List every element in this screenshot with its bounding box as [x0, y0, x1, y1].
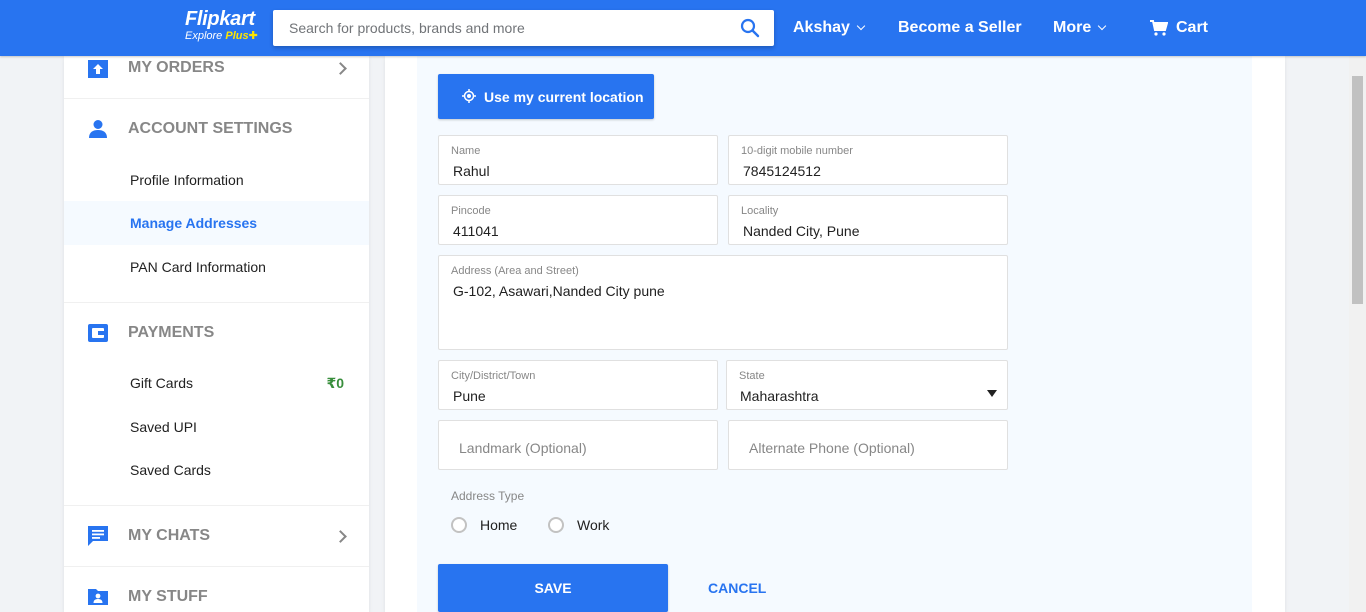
landmark-placeholder: Landmark (Optional) [459, 440, 587, 456]
pincode-field[interactable]: Pincode 411041 [438, 195, 718, 245]
city-label: City/District/Town [451, 370, 536, 382]
sidebar-item-manage-addresses[interactable]: Manage Addresses [64, 201, 369, 245]
logo-tagline: Explore Plus✚ [185, 30, 258, 42]
address-panel: Use my current location Name Rahul 10-di… [385, 56, 1285, 612]
sidebar-item-label: Manage Addresses [130, 215, 258, 231]
alternate-phone-placeholder: Alternate Phone (Optional) [749, 440, 915, 456]
user-icon [89, 120, 107, 138]
city-field[interactable]: City/District/Town Pune [438, 360, 718, 410]
mobile-number-label: 10-digit mobile number [741, 145, 853, 157]
alternate-phone-field[interactable]: Alternate Phone (Optional) [728, 420, 1008, 470]
sidebar-item-saved-cards[interactable]: Saved Cards [64, 448, 369, 492]
page-scrollbar[interactable] [1349, 56, 1366, 612]
cart-label: Cart [1176, 19, 1209, 36]
address-type-work-radio[interactable]: Work [548, 517, 609, 533]
become-seller-link[interactable]: Become a Seller [898, 0, 1022, 56]
cancel-button[interactable]: CANCEL [708, 580, 766, 596]
radio-circle-icon [451, 517, 467, 533]
scrollbar-thumb[interactable] [1352, 76, 1363, 304]
wallet-icon [88, 324, 108, 342]
top-header: Flipkart Explore Plus✚ Akshay Become a S… [0, 0, 1366, 56]
chevron-down-icon [1097, 21, 1107, 31]
folder-user-icon [88, 589, 108, 605]
become-seller-label: Become a Seller [898, 19, 1022, 36]
my-chats-link[interactable]: MY CHATS [64, 511, 369, 561]
chevron-right-icon [334, 529, 347, 543]
logo-brand: Flipkart [185, 8, 255, 30]
search-icon[interactable] [740, 18, 760, 38]
account-settings-title: ACCOUNT SETTINGS [128, 120, 293, 137]
chevron-right-icon [334, 61, 347, 75]
locality-field[interactable]: Locality Nanded City, Pune [728, 195, 1008, 245]
divider [64, 566, 369, 567]
state-select[interactable]: State Maharashtra [726, 360, 1008, 410]
sidebar-item-label: PAN Card Information [130, 259, 266, 275]
my-chats-title: MY CHATS [128, 527, 211, 544]
radio-circle-icon [548, 517, 564, 533]
locality-label: Locality [741, 205, 779, 217]
address-type-home-radio[interactable]: Home [451, 517, 517, 533]
account-sidebar: MY ORDERS ACCOUNT SETTINGS Profile Infor… [64, 56, 369, 612]
my-orders-title: MY ORDERS [128, 59, 225, 76]
search-bar [273, 10, 774, 46]
flipkart-logo[interactable]: Flipkart Explore Plus✚ [185, 9, 258, 42]
locality-value: Nanded City, Pune [743, 223, 860, 239]
sidebar-item-saved-upi[interactable]: Saved UPI [64, 405, 369, 449]
payments-title: PAYMENTS [128, 324, 215, 341]
search-input[interactable] [273, 10, 713, 46]
sidebar-item-profile-information[interactable]: Profile Information [64, 158, 369, 202]
user-menu[interactable]: Akshay [793, 0, 866, 56]
name-field[interactable]: Name Rahul [438, 135, 718, 185]
chevron-down-icon [856, 21, 866, 31]
use-current-location-button[interactable]: Use my current location [438, 74, 654, 119]
account-settings-header: ACCOUNT SETTINGS [64, 104, 369, 154]
sidebar-item-label: Profile Information [130, 172, 244, 188]
address-label: Address (Area and Street) [451, 265, 579, 277]
city-value: Pune [453, 388, 486, 404]
name-value: Rahul [453, 163, 490, 179]
cart-icon [1150, 20, 1168, 36]
save-button[interactable]: SAVE [438, 564, 668, 612]
logo-tag-prefix: Explore [185, 30, 226, 42]
pincode-label: Pincode [451, 205, 491, 217]
landmark-field[interactable]: Landmark (Optional) [438, 420, 718, 470]
sidebar-item-label: Gift Cards [130, 375, 194, 391]
chat-icon [88, 526, 108, 546]
location-target-icon [462, 89, 476, 103]
divider [64, 302, 369, 303]
address-type-work-label: Work [577, 517, 610, 533]
divider [64, 505, 369, 506]
sidebar-item-label: Saved UPI [130, 419, 197, 435]
orders-icon [88, 60, 108, 78]
my-stuff-header[interactable]: MY STUFF [64, 572, 369, 612]
sidebar-item-label: Saved Cards [130, 462, 211, 478]
gift-card-balance: ₹0 [326, 374, 344, 391]
more-label: More [1053, 19, 1092, 36]
address-type-label: Address Type [451, 489, 525, 503]
mobile-number-field[interactable]: 10-digit mobile number 7845124512 [728, 135, 1008, 185]
user-name: Akshay [793, 19, 850, 36]
address-form: Use my current location Name Rahul 10-di… [417, 56, 1252, 612]
state-label: State [739, 370, 765, 382]
use-current-location-label: Use my current location [484, 88, 644, 105]
address-value: G-102, Asawari,Nanded City pune [453, 283, 665, 299]
cart-link[interactable]: Cart [1150, 0, 1208, 56]
address-type-home-label: Home [480, 517, 518, 533]
payments-header: PAYMENTS [64, 308, 369, 358]
state-value: Maharashtra [740, 388, 819, 404]
divider [64, 98, 369, 99]
mobile-number-value: 7845124512 [743, 163, 821, 179]
pincode-value: 411041 [453, 223, 499, 239]
address-textarea[interactable]: Address (Area and Street) G-102, Asawari… [438, 255, 1008, 350]
my-stuff-title: MY STUFF [128, 588, 208, 605]
name-label: Name [451, 145, 481, 157]
sidebar-item-pan-card-information[interactable]: PAN Card Information [64, 245, 369, 289]
plus-icon: ✚ [248, 30, 258, 42]
logo-tag-plus: Plus [225, 30, 249, 42]
dropdown-arrow-icon [987, 390, 997, 397]
sidebar-item-gift-cards[interactable]: Gift Cards ₹0 [64, 361, 369, 405]
more-menu[interactable]: More [1053, 0, 1107, 56]
